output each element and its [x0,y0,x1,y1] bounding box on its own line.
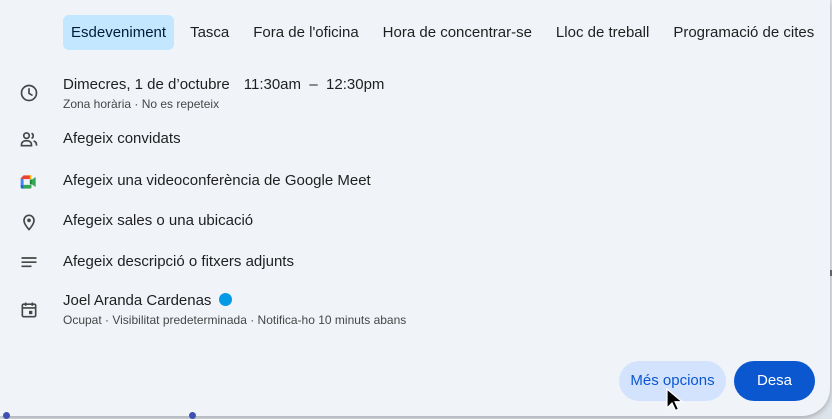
calendar-owner-name: Joel Aranda Cardenas [63,292,212,309]
add-guests-field[interactable]: Afegeix convidats [63,130,181,147]
event-datetime[interactable]: Dimecres, 1 de d’octubre 11:30am – 12:30p… [63,76,384,93]
calendar-color-dot[interactable] [219,293,233,306]
calendar-owner[interactable]: Joel Aranda Cardenas [63,292,233,309]
add-meet-button[interactable]: Afegeix una videoconferència de Google M… [63,172,371,189]
add-location-field[interactable]: Afegeix sales o una ubicació [63,212,253,229]
notes-icon [19,253,39,273]
calendar-details[interactable]: Ocupat · Visibilitat predeterminada · No… [63,313,406,327]
tab-focus-time[interactable]: Hora de concentrar-se [375,15,540,50]
tab-event[interactable]: Esdeveniment [63,15,175,50]
google-meet-icon [19,172,39,192]
event-dialog: Esdeveniment Tasca Fora de l'oficina Hor… [0,0,830,416]
tab-task[interactable]: Tasca [182,15,237,50]
tab-out-of-office[interactable]: Fora de l'oficina [245,15,366,50]
add-description-field[interactable]: Afegeix descripció o fitxers adjunts [63,253,294,270]
background-event-dot [189,412,196,419]
event-start-time[interactable]: 11:30am [244,76,301,93]
event-type-tabs: Esdeveniment Tasca Fora de l'oficina Hor… [63,15,822,50]
location-pin-icon [19,212,39,232]
background-event-dot [3,412,10,419]
save-button[interactable]: Desa [734,361,815,401]
tab-appointment-schedule[interactable]: Programació de cites [665,15,822,50]
event-date[interactable]: Dimecres, 1 de d’octubre [63,76,230,93]
calendar-icon [19,300,39,320]
event-end-time[interactable]: 12:30pm [326,76,384,93]
time-separator: – [309,76,318,93]
event-time-details[interactable]: Zona horària · No es repeteix [63,97,219,111]
clock-icon [19,83,39,103]
people-icon [19,129,39,149]
mouse-cursor-icon [665,387,684,412]
tab-working-location[interactable]: Lloc de treball [548,15,657,50]
